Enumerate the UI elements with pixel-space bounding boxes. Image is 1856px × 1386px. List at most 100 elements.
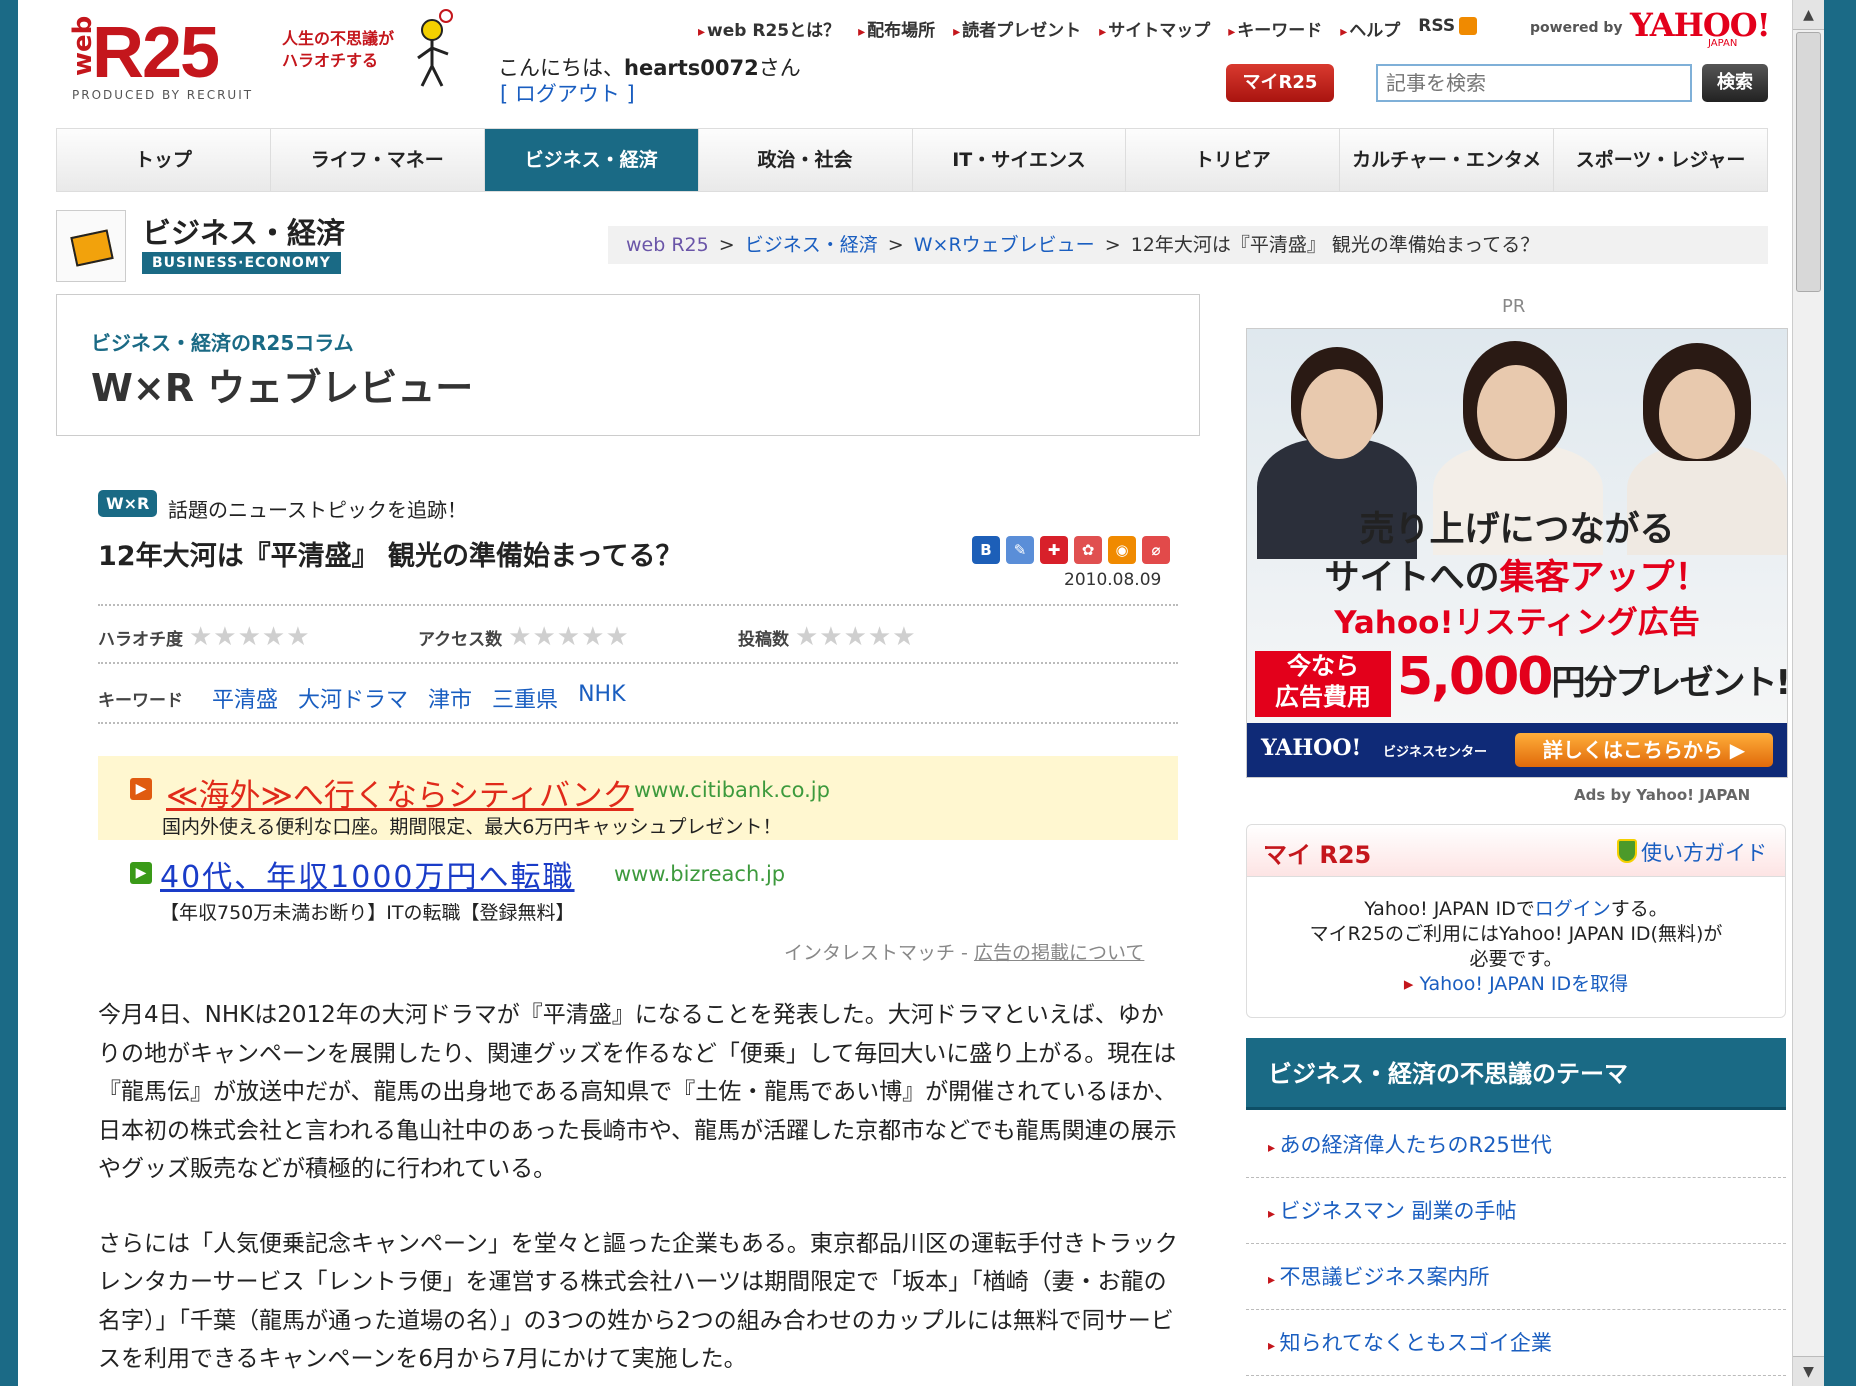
- top-link-keyword[interactable]: キーワード: [1228, 16, 1322, 41]
- ad-url: www.citibank.co.jp: [634, 778, 830, 802]
- divider: [98, 722, 1178, 724]
- rating-label: 投稿数: [738, 629, 789, 650]
- tab-business-economy[interactable]: ビジネス・経済: [484, 129, 699, 191]
- tab-politics-society[interactable]: 政治・社会: [699, 129, 913, 191]
- breadcrumb: web R25 > ビジネス・経済 > W×Rウェブレビュー > 12年大河は『…: [608, 226, 1768, 264]
- keyword-link[interactable]: NHK: [578, 682, 625, 714]
- breadcrumb-separator: >: [718, 234, 735, 256]
- category-nav: トップ ライフ・マネー ビジネス・経済 政治・社会 IT・サイエンス トリビア …: [56, 128, 1768, 192]
- yahoo-japan-logo[interactable]: YAHOO!: [1630, 6, 1771, 44]
- section-title: ビジネス・経済: [142, 216, 346, 250]
- ad-credit-text: インタレストマッチ -: [784, 942, 974, 964]
- keyword-list: 平清盛 大河ドラマ 津市 三重県 NHK: [212, 682, 626, 714]
- top-link-about[interactable]: web R25とは？: [698, 16, 840, 41]
- top-link-present[interactable]: 読者プレゼント: [953, 16, 1081, 41]
- usage-guide-link[interactable]: 使い方ガイド: [1641, 837, 1767, 867]
- beginner-mark-icon: [1617, 839, 1637, 863]
- logo-tagline-line2: ハラオチする: [282, 51, 379, 70]
- clip-icon[interactable]: ✎: [1006, 536, 1034, 564]
- ads-by-yahoo[interactable]: Ads by Yahoo! JAPAN: [1574, 786, 1750, 804]
- keyword-link[interactable]: 三重県: [492, 682, 558, 714]
- top-link-sitemap[interactable]: サイトマップ: [1099, 16, 1210, 41]
- my-r25-header: マイ R25 使い方ガイド: [1247, 825, 1785, 877]
- tab-trivia[interactable]: トリビア: [1126, 129, 1341, 191]
- ad-title[interactable]: ≪海外≫へ行くならシティバンク: [166, 770, 634, 815]
- promo-line: 広告費用: [1275, 683, 1371, 711]
- rating-label: ハラオチ度: [98, 629, 183, 650]
- attach-icon[interactable]: ⌀: [1142, 536, 1170, 564]
- top-links: web R25とは？ 配布場所 読者プレゼント サイトマップ キーワード ヘルプ…: [698, 16, 1478, 41]
- breadcrumb-home[interactable]: web R25: [626, 234, 709, 256]
- tab-it-science[interactable]: IT・サイエンス: [913, 129, 1127, 191]
- breadcrumb-web-review[interactable]: W×Rウェブレビュー: [914, 234, 1095, 256]
- search-button[interactable]: 検索: [1702, 64, 1768, 102]
- theme-link[interactable]: 知られてなくともスゴイ企業: [1246, 1310, 1786, 1376]
- tab-sports-leisure[interactable]: スポーツ・レジャー: [1554, 129, 1767, 191]
- login-text: Yahoo! JAPAN IDで: [1364, 898, 1535, 920]
- theme-header: ビジネス・経済の不思議のテーマ: [1246, 1038, 1786, 1110]
- divider: [98, 604, 1178, 606]
- livedoor-clip-icon[interactable]: ✿: [1074, 536, 1102, 564]
- section-subtitle: BUSINESS·ECONOMY: [142, 252, 341, 274]
- pr-label: PR: [1502, 296, 1526, 317]
- breadcrumb-business[interactable]: ビジネス・経済: [745, 234, 878, 256]
- sponsored-ad-1[interactable]: ▶ ≪海外≫へ行くならシティバンク www.citibank.co.jp 国内外…: [98, 756, 1178, 840]
- site-logo[interactable]: web R25 人生の不思議が ハラオチする PRODUCED BY RECRU…: [62, 10, 394, 102]
- rss-link[interactable]: RSS: [1418, 16, 1478, 41]
- scroll-down-icon[interactable]: ▼: [1793, 1356, 1824, 1386]
- rss-feed-icon[interactable]: ◉: [1108, 536, 1136, 564]
- logo-produced-by: PRODUCED BY RECRUIT: [72, 88, 254, 102]
- ad-description: 【年収750万未満お断り】ITの転職【登録無料】: [160, 902, 575, 924]
- theme-link[interactable]: 不思議ビジネス案内所: [1246, 1244, 1786, 1310]
- greeting-prefix: こんにちは、: [498, 56, 624, 80]
- ad-title[interactable]: 40代、年収1000万円へ転職: [160, 852, 575, 896]
- hatena-bookmark-icon[interactable]: B: [972, 536, 1000, 564]
- keyword-link[interactable]: 津市: [428, 682, 472, 714]
- keyword-label: キーワード: [98, 691, 183, 711]
- mascot-icon: [417, 9, 453, 87]
- promo-line: 今なら: [1287, 652, 1359, 680]
- theme-link[interactable]: あの経済偉人たちのR25世代: [1246, 1112, 1786, 1178]
- article-tagline: 話題のニューストピックを追跡！: [168, 498, 467, 522]
- tab-top[interactable]: トップ: [57, 129, 271, 191]
- tab-culture-entertainment[interactable]: カルチャー・エンタメ: [1340, 129, 1555, 191]
- ad-url: www.bizreach.jp: [614, 862, 786, 886]
- top-link-help[interactable]: ヘルプ: [1340, 16, 1400, 41]
- article-paragraph: 今月4日、NHKは2012年の大河ドラマが『平清盛』になることを発表した。大河ド…: [98, 1002, 1177, 1182]
- listing-ad-banner[interactable]: 売り上げにつながる サイトへの集客アップ！ Yahoo!リスティング広告 今なら…: [1246, 328, 1788, 778]
- scroll-thumb[interactable]: [1796, 32, 1821, 292]
- scroll-up-icon[interactable]: ▲: [1793, 0, 1824, 30]
- theme-list: あの経済偉人たちのR25世代 ビジネスマン 副業の手帖 不思議ビジネス案内所 知…: [1246, 1112, 1786, 1376]
- breadcrumb-current: 12年大河は『平清盛』 観光の準備始まってる？: [1130, 234, 1540, 256]
- ad-description: 国内外使える便利な口座。期間限定、最大6万円キャッシュプレゼント！: [162, 816, 782, 838]
- person-image: [1659, 369, 1735, 459]
- keyword-link[interactable]: 大河ドラマ: [298, 682, 408, 714]
- star-rating-icon: ★★★★★: [795, 622, 917, 652]
- rating-posts: 投稿数 ★★★★★: [738, 622, 1058, 652]
- banner-cta-button[interactable]: 詳しくはこちらから ▶: [1515, 733, 1773, 767]
- rating-access: アクセス数 ★★★★★: [418, 622, 738, 652]
- banner-footer: YAHOO! ビジネスセンター 詳しくはこちらから ▶: [1247, 723, 1787, 777]
- page: web R25 人生の不思議が ハラオチする PRODUCED BY RECRU…: [18, 0, 1824, 1386]
- star-rating-icon: ★★★★★: [189, 622, 311, 652]
- rss-label: RSS: [1418, 16, 1456, 36]
- search-input[interactable]: [1376, 64, 1692, 102]
- amount-value: 5,000: [1397, 647, 1553, 707]
- banner-headline-2a: サイトへの: [1324, 558, 1500, 598]
- top-link-distribution[interactable]: 配布場所: [858, 16, 935, 41]
- login-link[interactable]: ログイン: [1535, 898, 1611, 920]
- my-r25-button[interactable]: マイR25: [1226, 64, 1334, 102]
- ad-policy-link[interactable]: 広告の掲載について: [974, 942, 1144, 964]
- buzzurl-icon[interactable]: ✚: [1040, 536, 1068, 564]
- logout-link[interactable]: [ ログアウト ]: [500, 78, 635, 108]
- article-body: 今月4日、NHKは2012年の大河ドラマが『平清盛』になることを発表した。大河ド…: [98, 996, 1178, 1386]
- get-yahoo-id-link[interactable]: Yahoo! JAPAN IDを取得: [1247, 972, 1785, 997]
- column-label: ビジネス・経済のR25コラム: [91, 331, 354, 355]
- vertical-scrollbar[interactable]: ▲ ▼: [1792, 0, 1824, 1386]
- business-center-label: ビジネスセンター: [1383, 745, 1488, 760]
- theme-link[interactable]: ビジネスマン 副業の手帖: [1246, 1178, 1786, 1244]
- tab-life-money[interactable]: ライフ・マネー: [271, 129, 485, 191]
- breadcrumb-separator: >: [887, 234, 904, 256]
- keyword-link[interactable]: 平清盛: [212, 682, 278, 714]
- briefcase-icon: [56, 210, 126, 282]
